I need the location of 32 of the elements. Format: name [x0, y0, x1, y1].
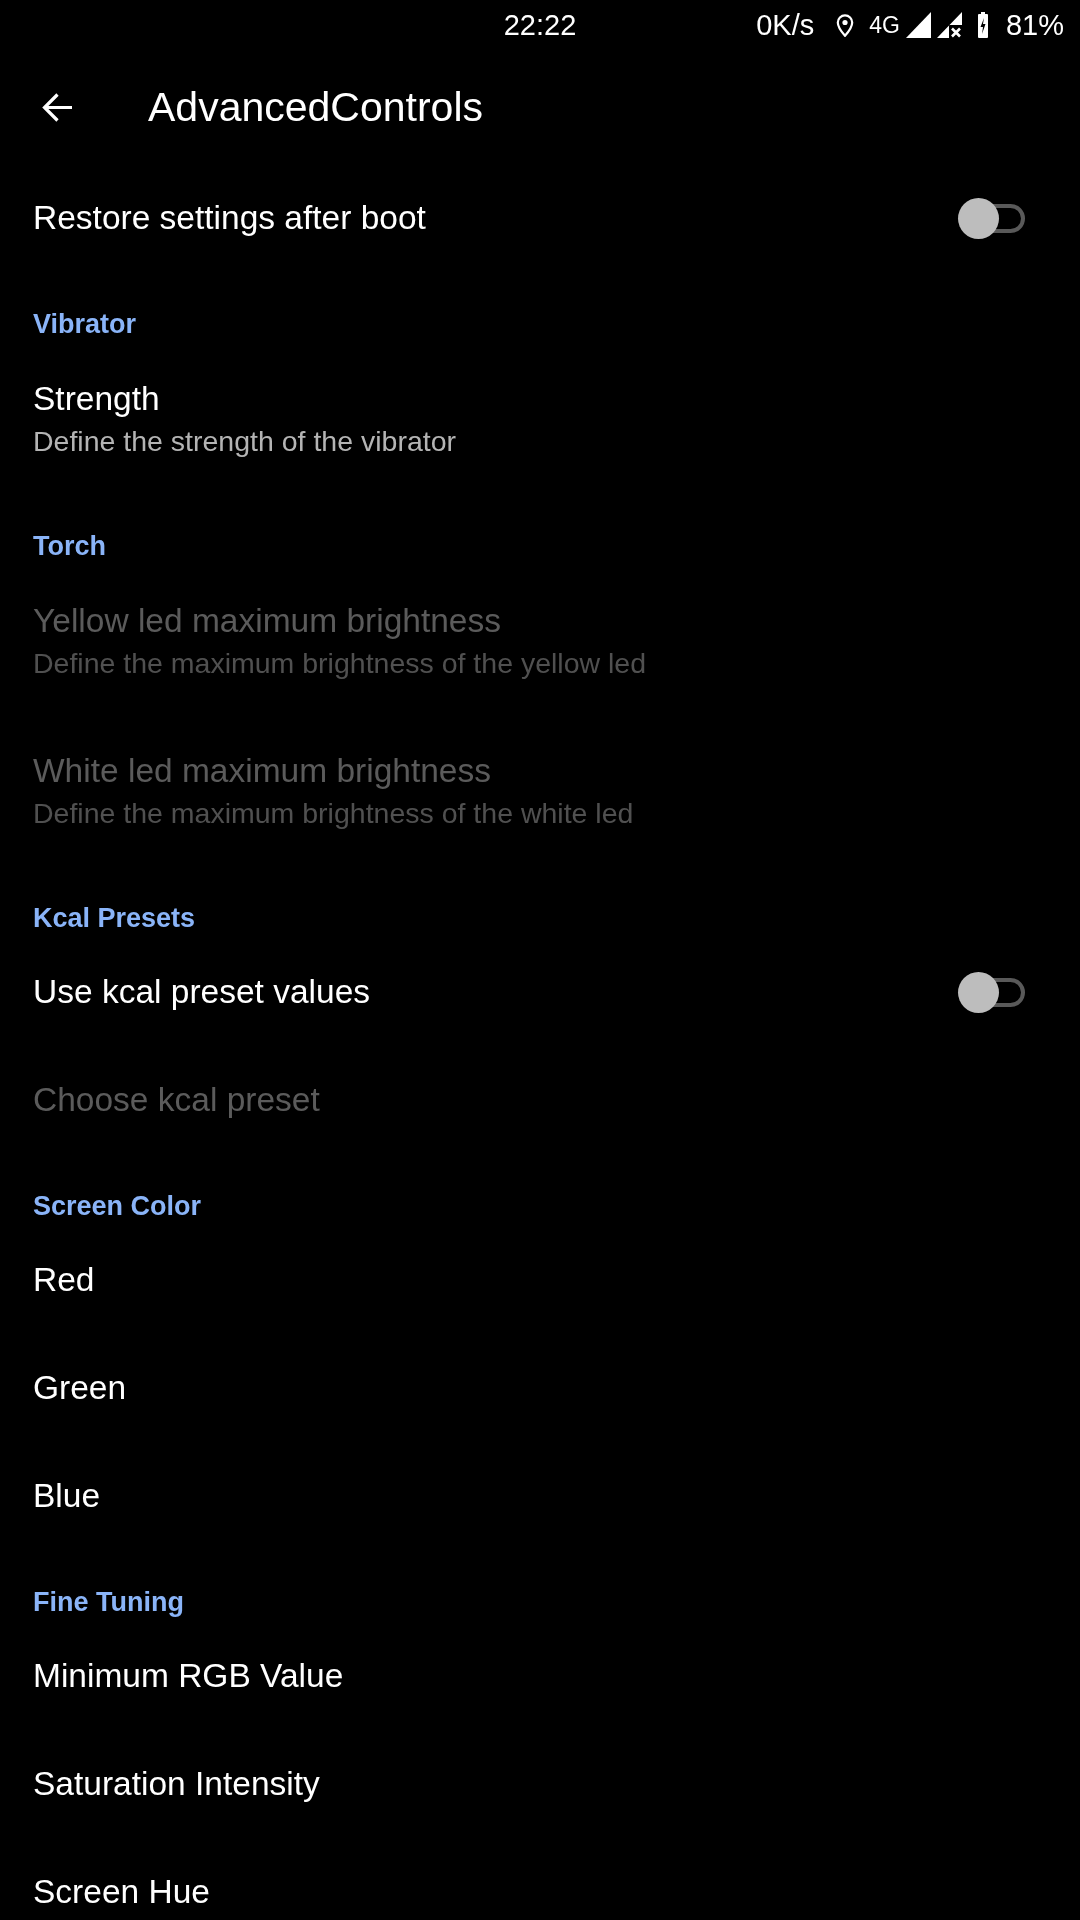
section-header: Fine Tuning: [33, 1586, 184, 1619]
setting-title[interactable]: Red: [33, 1262, 95, 1298]
section-header: Kcal Presets: [33, 902, 196, 935]
location-pin-icon: [836, 13, 855, 37]
network-type: 4G: [869, 11, 900, 39]
screen-title: AdvancedControls: [148, 83, 484, 131]
setting-title[interactable]: Blue: [33, 1478, 101, 1514]
toggle-switch[interactable]: [958, 197, 1025, 239]
setting-title: Choose kcal preset: [33, 1082, 320, 1118]
section-header: Vibrator: [33, 308, 137, 341]
setting-summary: Define the maximum brightness of the white led: [33, 796, 634, 831]
setting-title[interactable]: Green: [33, 1370, 127, 1406]
setting-title[interactable]: Use kcal preset values: [33, 974, 370, 1010]
setting-title[interactable]: Screen Hue: [33, 1874, 210, 1910]
toggle-switch[interactable]: [958, 971, 1025, 1013]
setting-title[interactable]: Restore settings after boot: [33, 200, 426, 236]
no-signal-icon: [936, 12, 962, 38]
network-speed: 0K/s: [756, 8, 815, 42]
setting-title[interactable]: Minimum RGB Value: [33, 1658, 344, 1694]
section-header: Torch: [33, 530, 106, 563]
status-time: 22:22: [503, 8, 577, 42]
setting-summary: Define the strength of the vibrator: [33, 424, 456, 459]
section-header: Screen Color: [33, 1190, 202, 1223]
setting-title: Yellow led maximum brightness: [33, 603, 501, 639]
signal-icon: [905, 12, 931, 38]
setting-title: White led maximum brightness: [33, 753, 491, 789]
battery-charging-icon: [977, 12, 988, 38]
setting-title[interactable]: Strength: [33, 381, 160, 417]
battery-percent: 81%: [1005, 8, 1064, 42]
back-arrow-icon: [41, 90, 74, 124]
setting-summary: Define the maximum brightness of the yellow led: [33, 646, 647, 681]
setting-title[interactable]: Saturation Intensity: [33, 1766, 320, 1802]
